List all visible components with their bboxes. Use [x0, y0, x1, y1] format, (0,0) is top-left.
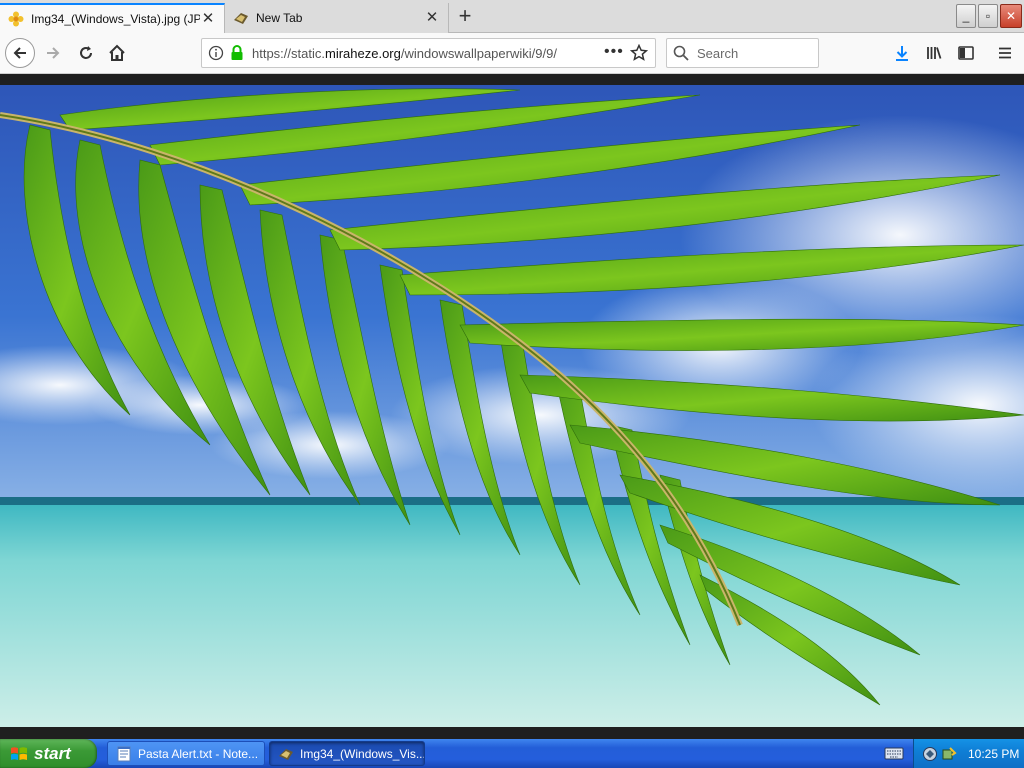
palm-beach-wallpaper-image[interactable] [0, 85, 1024, 727]
lock-icon [231, 45, 243, 60]
keyboard-icon[interactable] [884, 745, 904, 761]
menu-button[interactable] [994, 42, 1016, 64]
back-arrow-icon [13, 47, 26, 59]
windows-flag-icon [11, 746, 27, 760]
url-bar[interactable]: https://static.miraheze.org/windowswallp… [201, 38, 656, 68]
tab-image[interactable]: Img34_(Windows_Vista).jpg (JPEG ✕ [0, 3, 225, 33]
home-icon [109, 44, 125, 61]
library-icon [927, 47, 942, 59]
start-label: start [34, 743, 71, 763]
tab-close-icon[interactable]: ✕ [424, 10, 440, 26]
tab-title: Img34_(Windows_Vista).jpg (JPEG [31, 12, 200, 26]
search-icon [673, 45, 689, 61]
page-actions-icon[interactable]: ••• [604, 43, 624, 61]
new-tab-plus-icon[interactable]: + [452, 5, 478, 29]
back-button[interactable] [5, 38, 35, 68]
info-icon[interactable] [208, 45, 224, 61]
maximize-button[interactable]: ▫ [978, 4, 998, 28]
network-icon[interactable] [922, 746, 938, 762]
minimize-button[interactable]: _ [956, 4, 976, 28]
bookmark-star-icon[interactable] [630, 44, 648, 62]
tab-new-tab[interactable]: New Tab ✕ [225, 3, 449, 33]
image-viewer [0, 74, 1024, 739]
window-controls: _ ▫ ✕ [956, 4, 1022, 28]
close-window-button[interactable]: ✕ [1000, 4, 1022, 28]
start-button[interactable]: start [0, 739, 97, 768]
taskbar-item-label: Pasta Alert.txt - Note... [138, 746, 259, 761]
download-icon [896, 46, 908, 61]
forward-arrow-icon [47, 47, 60, 59]
hamburger-menu-icon [999, 47, 1011, 59]
library-button[interactable] [923, 42, 945, 64]
tab-close-icon[interactable]: ✕ [200, 11, 216, 27]
sidebar-button[interactable] [955, 42, 977, 64]
flower-favicon-icon [8, 11, 24, 27]
home-button[interactable] [102, 38, 132, 68]
taskbar-item-notepad[interactable]: Pasta Alert.txt - Note... [107, 741, 265, 766]
taskbar-item-label: Img34_(Windows_Vis... [300, 746, 425, 761]
safely-remove-hardware-icon[interactable] [941, 746, 957, 762]
reload-icon [80, 46, 92, 59]
notepad-icon [117, 746, 131, 761]
newtab-favicon-icon [234, 13, 248, 24]
forward-button[interactable] [38, 38, 68, 68]
tab-title: New Tab [256, 11, 303, 25]
search-placeholder: Search [697, 45, 739, 61]
clock: 10:25 PM [968, 746, 1020, 761]
windows-taskbar: start Pasta Alert.txt - Note... Img34_(W… [0, 739, 1024, 768]
downloads-button[interactable] [891, 42, 913, 64]
search-input[interactable]: Search [666, 38, 819, 68]
browser-app-icon [279, 748, 293, 760]
reload-button[interactable] [71, 38, 101, 68]
sidebar-icon [958, 46, 974, 60]
taskbar-item-browser[interactable]: Img34_(Windows_Vis... [269, 741, 425, 766]
navigation-toolbar: https://static.miraheze.org/windowswallp… [0, 33, 1024, 74]
url-text: https://static.miraheze.org/windowswallp… [252, 45, 557, 61]
tab-strip: Img34_(Windows_Vista).jpg (JPEG ✕ New Ta… [0, 0, 1024, 33]
system-tray: 10:25 PM [913, 739, 1024, 768]
